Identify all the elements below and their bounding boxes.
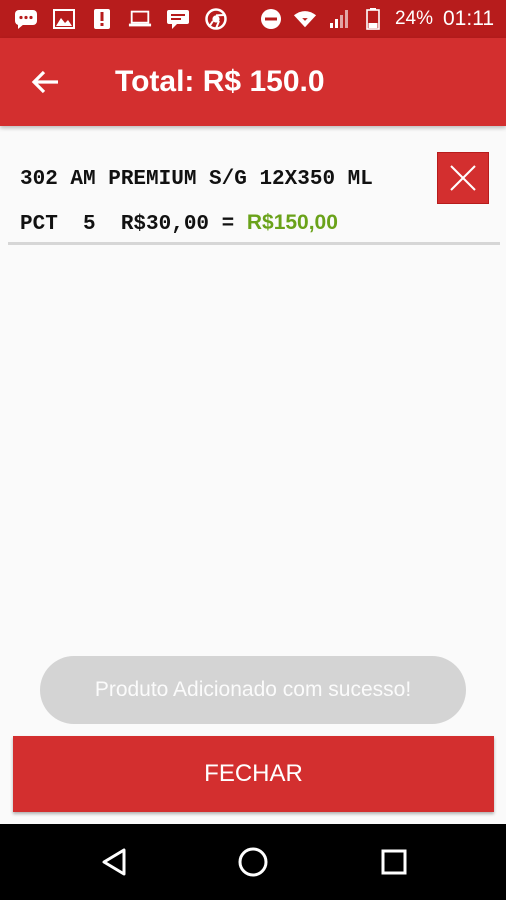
arrow-back-icon	[31, 70, 58, 94]
do-not-disturb-icon	[259, 8, 283, 30]
back-button[interactable]	[28, 64, 64, 100]
item-pricing: PCT 5 R$30,00 = R$150,00	[20, 211, 338, 236]
item-unit-qty-price: PCT 5 R$30,00 =	[20, 213, 247, 236]
nav-back-button[interactable]	[95, 842, 135, 882]
close-icon	[450, 165, 476, 191]
home-circle-icon	[238, 847, 268, 877]
navigation-bar	[0, 824, 506, 900]
notification-icons	[14, 8, 228, 30]
wifi-icon	[293, 8, 317, 30]
remove-item-button[interactable]	[437, 152, 489, 204]
system-indicators: 24% 01:11	[259, 0, 494, 38]
battery-percent: 24%	[394, 8, 433, 29]
alert-icon	[90, 8, 114, 30]
laptop-icon	[128, 8, 152, 30]
message-icon	[14, 8, 38, 30]
battery-icon	[361, 8, 385, 30]
clock: 01:11	[443, 7, 494, 30]
back-triangle-icon	[102, 848, 126, 876]
chrome-icon	[204, 8, 228, 30]
toast-message: Produto Adicionado com sucesso!	[40, 656, 466, 724]
signal-icon	[327, 8, 351, 30]
chat-icon	[166, 8, 190, 30]
image-icon	[52, 8, 76, 30]
nav-home-button[interactable]	[233, 842, 273, 882]
recents-square-icon	[381, 849, 407, 875]
page-title: Total: R$ 150.0	[115, 65, 325, 98]
nav-recents-button[interactable]	[374, 842, 414, 882]
item-line-total: R$150,00	[246, 211, 338, 234]
item-description: 302 AM PREMIUM S/G 12X350 ML	[20, 168, 373, 191]
close-button[interactable]: FECHAR	[13, 736, 494, 812]
cart-item: 302 AM PREMIUM S/G 12X350 ML PCT 5 R$30,…	[8, 140, 500, 245]
app-bar: Total: R$ 150.0	[0, 38, 506, 126]
status-bar: 24% 01:11	[0, 0, 506, 38]
